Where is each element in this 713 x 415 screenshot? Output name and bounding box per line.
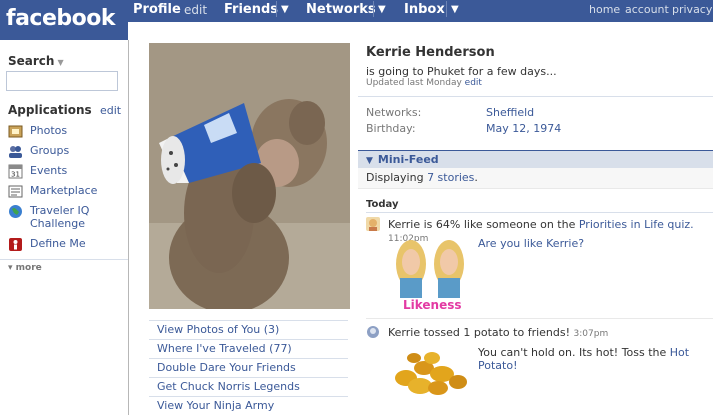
link-where-traveled[interactable]: Where I've Traveled (77)	[149, 339, 348, 358]
minifeed-title: Mini-Feed	[377, 153, 439, 166]
priorities-quiz-link[interactable]: Priorities in Life quiz.	[579, 218, 694, 231]
link-chuck-norris[interactable]: Get Chuck Norris Legends	[149, 377, 348, 396]
friends-dropdown-icon[interactable]: ▼	[276, 1, 289, 17]
sidebar: Search ▼ Applications edit Photos Groups …	[0, 40, 129, 415]
sidebar-item-label: Photos	[30, 124, 68, 137]
minifeed-summary-period: .	[474, 171, 478, 184]
nav-inbox[interactable]: Inbox	[404, 2, 445, 17]
svg-text:31: 31	[11, 171, 20, 179]
nav-account[interactable]: account	[625, 3, 669, 16]
sidebar-item-photos[interactable]: Photos	[8, 123, 123, 141]
potato-story-icon	[366, 325, 380, 339]
sidebar-item-label: Marketplace	[30, 184, 98, 197]
sidebar-more[interactable]: ▾ more	[0, 259, 128, 273]
today-heading: Today	[366, 199, 399, 210]
link-double-dare[interactable]: Double Dare Your Friends	[149, 358, 348, 377]
marketplace-icon	[8, 184, 23, 199]
potato-story-text: Kerrie tossed 1 potato to friends! 3:07p…	[388, 326, 608, 339]
status-text: is going to Phuket for a few days...	[366, 65, 557, 78]
likeness-image[interactable]	[392, 236, 468, 298]
collapse-triangle-icon[interactable]: ▼	[366, 156, 373, 166]
sidebar-more-label: more	[15, 263, 42, 273]
profile-links: View Photos of You (3) Where I've Travel…	[149, 320, 348, 415]
search-input[interactable]	[6, 71, 118, 91]
quiz-story-body: Kerrie is 64% like someone on the	[388, 218, 576, 231]
nav-privacy[interactable]: privacy	[672, 3, 712, 16]
quiz-story-icon	[366, 217, 380, 231]
networks-value[interactable]: Sheffield	[486, 106, 534, 119]
monkey-drinking-photo	[149, 43, 350, 309]
minifeed-header[interactable]: ▼ Mini-Feed	[358, 150, 713, 168]
nav-profile[interactable]: Profile	[133, 2, 181, 17]
sidebar-item-label: Groups	[30, 144, 70, 157]
photos-icon	[8, 124, 23, 139]
minifeed-summary: Displaying 7 stories.	[358, 168, 713, 189]
sidebar-item-define-me[interactable]: Define Me	[8, 236, 123, 254]
sidebar-item-marketplace[interactable]: Marketplace	[8, 183, 123, 201]
sidebar-item-events[interactable]: 31 Events	[8, 163, 123, 181]
define-me-icon	[8, 237, 23, 252]
search-label-text: Search	[8, 54, 55, 68]
divider	[366, 318, 713, 319]
sidebar-item-groups[interactable]: Groups	[8, 143, 123, 161]
birthday-value[interactable]: May 12, 1974	[486, 122, 561, 135]
hot-potato-image[interactable]	[392, 350, 468, 398]
status-updated-text: Updated last Monday	[366, 78, 462, 88]
inbox-dropdown-icon[interactable]: ▼	[446, 1, 459, 17]
applications-heading: Applications	[8, 103, 92, 117]
nav-friends[interactable]: Friends	[224, 2, 278, 17]
applications-edit-link[interactable]: edit	[100, 104, 121, 117]
sidebar-item-traveler-iq[interactable]: Traveler IQ Challenge	[8, 203, 123, 233]
hot-potato-body: You can't hold on. Its hot! Toss the	[478, 346, 667, 359]
nav-networks[interactable]: Networks	[306, 2, 376, 17]
networks-dropdown-icon[interactable]: ▼	[373, 1, 386, 17]
profile-picture[interactable]	[149, 43, 350, 309]
divider	[366, 212, 713, 213]
potato-story-body: Kerrie tossed 1 potato to friends!	[388, 326, 571, 339]
top-bar-spacer	[128, 22, 713, 40]
likeness-badge: Likeness	[403, 298, 462, 312]
link-ninja-army[interactable]: View Your Ninja Army	[149, 396, 348, 415]
search-options-icon[interactable]: ▼	[57, 58, 63, 67]
chevron-down-icon: ▾	[8, 263, 13, 273]
groups-icon	[8, 144, 23, 159]
events-icon: 31	[8, 164, 23, 179]
globe-icon	[8, 204, 23, 219]
hot-potato-text: You can't hold on. Its hot! Toss the Hot…	[478, 346, 713, 372]
profile-name: Kerrie Henderson	[366, 45, 495, 60]
sidebar-item-label: Define Me	[30, 237, 86, 250]
minifeed-stories-link[interactable]: 7 stories	[427, 171, 474, 184]
status-updated: Updated last Monday edit	[366, 78, 482, 88]
main-navigation: Profile edit Friends ▼ Networks ▼ Inbox …	[128, 0, 713, 22]
are-you-like-link[interactable]: Are you like Kerrie?	[478, 237, 584, 250]
divider	[358, 96, 713, 97]
search-label[interactable]: Search ▼	[8, 54, 64, 68]
birthday-label: Birthday:	[366, 122, 416, 135]
facebook-logo[interactable]: facebook	[6, 6, 116, 31]
nav-home[interactable]: home	[589, 3, 620, 16]
sidebar-item-label: Events	[30, 164, 68, 177]
nav-profile-edit[interactable]: edit	[184, 3, 207, 17]
potato-story-time: 3:07pm	[573, 329, 609, 339]
logo-area: facebook	[0, 0, 128, 40]
status-edit-link[interactable]: edit	[465, 78, 482, 88]
link-view-photos[interactable]: View Photos of You (3)	[149, 320, 348, 339]
networks-label: Networks:	[366, 106, 422, 119]
sidebar-item-label: Traveler IQ Challenge	[30, 204, 90, 230]
minifeed-summary-text: Displaying	[366, 171, 424, 184]
